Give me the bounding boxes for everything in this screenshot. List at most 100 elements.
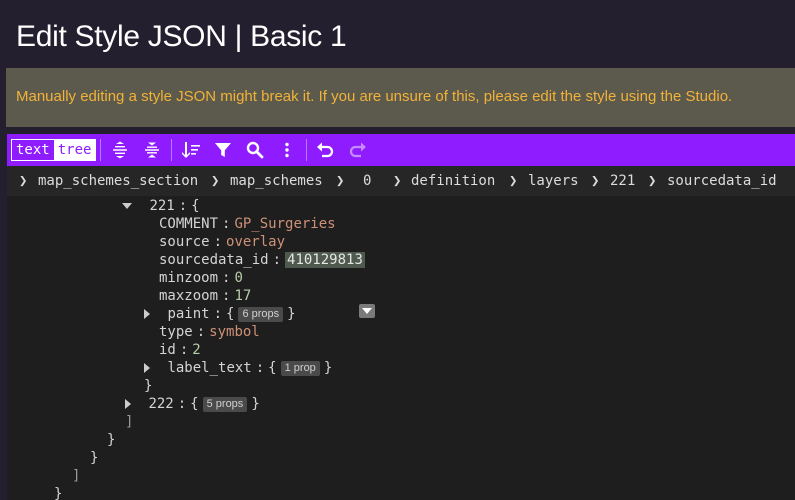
colon: : — [177, 396, 187, 412]
breadcrumb-item[interactable]: map_schemes_section — [38, 173, 198, 189]
tree-row: paint:{6 props} — [144, 305, 296, 323]
breadcrumb-item[interactable]: 221 — [610, 173, 635, 189]
tree-row: label_text:{1 prop} — [144, 359, 332, 377]
tree-row: 222:{5 props} — [125, 395, 260, 413]
tree-row: maxzoom:17 — [159, 287, 251, 305]
tree-key[interactable]: paint — [167, 306, 209, 322]
colon: : — [179, 342, 189, 358]
tree-row: source: overlay — [159, 233, 285, 251]
tree-key[interactable]: maxzoom — [159, 288, 218, 304]
colon: : — [178, 198, 188, 214]
mode-text-button[interactable]: text — [12, 140, 54, 160]
tree-row: COMMENT: GP_Surgeries — [159, 215, 336, 233]
tree-row: ] — [72, 467, 80, 485]
colon: : — [222, 216, 231, 232]
tree-value[interactable]: 0 — [234, 270, 242, 286]
breadcrumb-item[interactable]: definition — [411, 173, 495, 189]
close-brace: } — [287, 306, 296, 322]
sort-icon[interactable] — [180, 139, 202, 161]
tree-key[interactable]: label_text — [167, 360, 251, 376]
chevron-right-icon[interactable]: ❯ — [336, 173, 344, 189]
close-bracket: ] — [125, 414, 134, 430]
mode-switch: text tree — [11, 139, 97, 161]
toolbar-separator — [100, 139, 101, 161]
colon: : — [255, 360, 265, 376]
close-brace: } — [323, 360, 333, 376]
tree-row: } — [144, 377, 152, 395]
tree-row: 221:{ — [122, 197, 200, 215]
tree-row: } — [54, 485, 62, 500]
more-icon[interactable] — [276, 139, 298, 161]
warning-text: Manually editing a style JSON might brea… — [16, 88, 733, 105]
tree-key[interactable]: type — [159, 324, 193, 340]
editor-toolbar: text tree — [7, 134, 795, 166]
expand-all-icon[interactable] — [109, 139, 131, 161]
tree-value[interactable]: GP_Surgeries — [234, 216, 335, 232]
chevron-right-icon[interactable]: ❯ — [393, 173, 401, 189]
collapse-all-icon[interactable] — [141, 139, 163, 161]
tree-key[interactable]: COMMENT — [159, 216, 218, 232]
colon: : — [196, 324, 206, 340]
caret-down-icon — [362, 308, 372, 314]
open-brace: { — [226, 306, 235, 322]
context-menu-button[interactable] — [359, 304, 375, 318]
close-bracket: ] — [72, 468, 81, 484]
json-editor: text tree ❯ map_schemes_section ❯ map_sc… — [7, 134, 795, 500]
expand-arrow-icon[interactable] — [125, 399, 131, 409]
tree-value[interactable]: symbol — [209, 324, 260, 340]
json-tree: 221:{ COMMENT: GP_Surgeries source: overla… — [7, 196, 795, 500]
tree-key[interactable]: 221 — [149, 198, 174, 214]
tree-value[interactable]: 2 — [192, 342, 200, 358]
colon: : — [213, 306, 223, 322]
colon: : — [222, 270, 231, 286]
close-brace: } — [107, 432, 116, 448]
tree-row: type: symbol — [159, 323, 260, 341]
chevron-right-icon[interactable]: ❯ — [211, 173, 219, 189]
colon: : — [272, 252, 282, 268]
tree-row: id:2 — [159, 341, 201, 359]
open-brace: { — [191, 198, 200, 214]
tree-row: minzoom:0 — [159, 269, 243, 287]
chevron-right-icon[interactable]: ❯ — [591, 173, 599, 189]
tree-row: sourcedata_id:410129813 — [159, 251, 365, 269]
tree-row: } — [90, 449, 98, 467]
chevron-right-icon[interactable]: ❯ — [19, 173, 27, 189]
expand-arrow-icon[interactable] — [144, 309, 150, 319]
colon: : — [222, 288, 231, 304]
tree-key[interactable]: minzoom — [159, 270, 218, 286]
mode-tree-button[interactable]: tree — [53, 140, 96, 160]
tree-value-selected[interactable]: 410129813 — [285, 252, 365, 268]
redo-icon[interactable] — [347, 139, 369, 161]
open-brace: { — [268, 360, 277, 376]
search-icon[interactable] — [244, 139, 266, 161]
open-brace: { — [190, 396, 199, 412]
tree-key[interactable]: source — [159, 234, 210, 250]
breadcrumb: ❯ map_schemes_section ❯ map_schemes ❯ 0 … — [7, 166, 795, 196]
toolbar-separator — [171, 139, 172, 161]
page-title: Edit Style JSON | Basic 1 — [16, 20, 347, 53]
props-badge[interactable]: 5 props — [202, 397, 248, 412]
close-brace: } — [144, 378, 153, 394]
breadcrumb-item[interactable]: sourcedata_id — [667, 173, 777, 189]
props-badge[interactable]: 1 prop — [280, 361, 320, 376]
props-badge[interactable]: 6 props — [238, 307, 284, 322]
breadcrumb-item[interactable]: 0 — [363, 173, 371, 189]
warning-banner: Manually editing a style JSON might brea… — [6, 68, 795, 127]
breadcrumb-item[interactable]: layers — [528, 173, 579, 189]
tree-row: } — [107, 431, 115, 449]
expand-arrow-icon[interactable] — [144, 363, 150, 373]
undo-icon[interactable] — [314, 139, 336, 161]
breadcrumb-item[interactable]: map_schemes — [230, 173, 323, 189]
tree-value[interactable]: overlay — [226, 234, 285, 250]
collapse-arrow-icon[interactable] — [122, 203, 132, 209]
tree-value[interactable]: 17 — [234, 288, 251, 304]
close-brace: } — [251, 396, 260, 412]
tree-key[interactable]: sourcedata_id — [159, 252, 269, 268]
tree-key[interactable]: id — [159, 342, 176, 358]
tree-key[interactable]: 222 — [148, 396, 173, 412]
chevron-right-icon[interactable]: ❯ — [509, 173, 517, 189]
chevron-right-icon[interactable]: ❯ — [648, 173, 656, 189]
tree-row: ] — [125, 413, 133, 431]
toolbar-separator — [306, 139, 307, 161]
filter-icon[interactable] — [212, 139, 234, 161]
